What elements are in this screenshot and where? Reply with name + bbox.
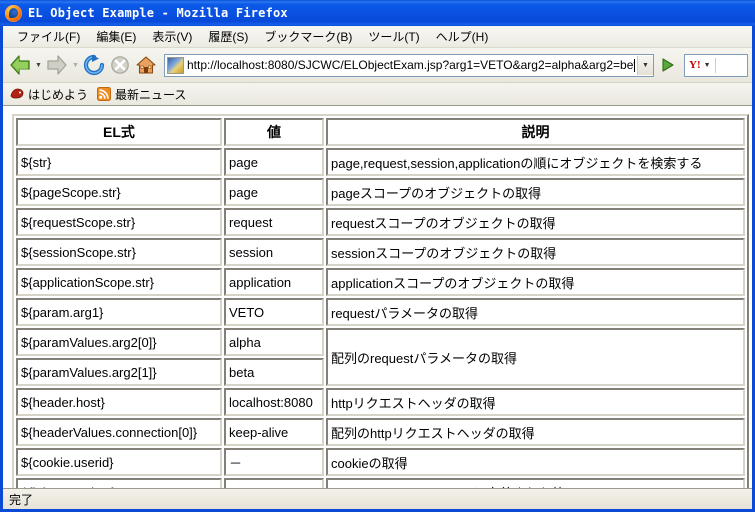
column-header-expression: EL式 [16,118,222,146]
table-row: ${sessionScope.str} session sessionスコープの… [16,238,745,266]
cell-expression: ${requestScope.str} [16,208,222,236]
menu-help[interactable]: ヘルプ(H) [428,27,497,46]
bookmark-getting-started[interactable]: はじめよう [8,86,95,103]
cell-value: － [224,478,324,488]
cell-description: applicationスコープのオブジェクトの取得 [326,268,745,296]
column-header-value: 値 [224,118,324,146]
cell-value: page [224,178,324,206]
bookmark-label: はじめよう [28,86,88,103]
cell-expression: ${str} [16,148,222,176]
back-button[interactable] [7,52,33,78]
cell-value: － [224,448,324,476]
go-button[interactable] [656,53,680,77]
cell-value: VETO [224,298,324,326]
bookmark-label: 最新ニュース [115,86,186,103]
cell-expression: ${headerValues.connection[0]} [16,418,222,446]
cell-value: application [224,268,324,296]
menu-edit[interactable]: 編集(E) [88,27,144,46]
bookmark-latest-news[interactable]: 最新ニュース [95,86,193,103]
rss-feed-icon [97,87,111,101]
back-history-caret[interactable]: ▼ [33,52,44,78]
search-box[interactable]: Y! ▼ [684,54,748,77]
navigation-toolbar: ▼ ▼ [3,48,752,83]
browser-window: EL Object Example - Mozilla Firefox ファイル… [0,0,755,512]
yahoo-search-icon[interactable]: Y! [685,59,701,71]
status-text: 完了 [9,491,33,508]
cell-expression: ${header.host} [16,388,222,416]
table-row: ${paramValues.arg2[0]} alpha 配列のrequestパ… [16,328,745,356]
home-icon [135,54,157,76]
cell-expression: ${param.arg1} [16,298,222,326]
cell-expression: ${sessionScope.str} [16,238,222,266]
table-row: ${headerValues.connection[0]} keep-alive… [16,418,745,446]
cell-description: page,request,session,applicationの順にオブジェク… [326,148,745,176]
url-history-dropdown[interactable]: ▼ [637,56,653,75]
page-content: EL式 値 説明 ${str} page page,request,sessio… [3,106,752,488]
cell-expression: ${applicationScope.str} [16,268,222,296]
cell-value: page [224,148,324,176]
browser-chrome: ファイル(F) 編集(E) 表示(V) 履歴(S) ブックマーク(B) ツール(… [3,26,752,106]
table-row: ${initParam.key} － web.xml の <jsp-config… [16,478,745,488]
text-cursor [634,59,635,72]
url-input[interactable]: http://localhost:8080/SJCWC/ELObjectExam… [187,58,634,72]
cell-description: requestスコープのオブジェクトの取得 [326,208,745,236]
bookmarks-toolbar: はじめよう 最新ニュース [3,83,752,106]
cell-description: 配列のrequestパラメータの取得 [326,328,745,386]
el-object-table: EL式 値 説明 ${str} page page,request,sessio… [12,114,749,488]
back-arrow-icon [8,54,32,76]
menu-bar: ファイル(F) 編集(E) 表示(V) 履歴(S) ブックマーク(B) ツール(… [3,26,752,48]
status-bar: 完了 [3,488,752,509]
table-row: ${cookie.userid} － cookieの取得 [16,448,745,476]
search-engine-caret[interactable]: ▼ [704,62,711,69]
cell-description: 配列のhttpリクエストヘッダの取得 [326,418,745,446]
forward-history-caret: ▼ [70,52,81,78]
reload-button[interactable] [81,52,107,78]
menu-file[interactable]: ファイル(F) [9,27,88,46]
url-bar[interactable]: http://localhost:8080/SJCWC/ELObjectExam… [164,54,654,77]
cell-expression: ${paramValues.arg2[1]} [16,358,222,386]
cell-value: session [224,238,324,266]
cell-value: localhost:8080 [224,388,324,416]
cell-expression: ${cookie.userid} [16,448,222,476]
cell-value: request [224,208,324,236]
reload-icon [83,54,105,76]
window-title: EL Object Example - Mozilla Firefox [28,6,288,20]
getting-started-icon [10,87,24,101]
table-row: ${str} page page,request,session,applica… [16,148,745,176]
search-separator [715,58,716,73]
title-bar: EL Object Example - Mozilla Firefox [0,0,755,26]
menu-bookmarks[interactable]: ブックマーク(B) [256,27,360,46]
cell-expression: ${pageScope.str} [16,178,222,206]
table-row: ${applicationScope.str} application appl… [16,268,745,296]
firefox-icon [5,5,22,22]
home-button[interactable] [133,52,159,78]
table-row: ${pageScope.str} page pageスコープのオブジェクトの取得 [16,178,745,206]
menu-history[interactable]: 履歴(S) [200,27,256,46]
cell-value: alpha [224,328,324,356]
cell-description: requestパラメータの取得 [326,298,745,326]
forward-arrow-icon [45,54,69,76]
stop-icon [110,55,130,75]
cell-description: web.xml の <jsp-config> に定義された値 [326,478,745,488]
cell-value: beta [224,358,324,386]
cell-description: pageスコープのオブジェクトの取得 [326,178,745,206]
table-row: ${header.host} localhost:8080 httpリクエストヘ… [16,388,745,416]
table-header-row: EL式 値 説明 [16,118,745,146]
table-row: ${requestScope.str} request requestスコープの… [16,208,745,236]
column-header-description: 説明 [326,118,745,146]
cell-description: cookieの取得 [326,448,745,476]
cell-description: sessionスコープのオブジェクトの取得 [326,238,745,266]
forward-button [44,52,70,78]
cell-description: httpリクエストヘッダの取得 [326,388,745,416]
page-favicon [167,57,184,74]
stop-button [107,52,133,78]
cell-expression: ${initParam.key} [16,478,222,488]
cell-expression: ${paramValues.arg2[0]} [16,328,222,356]
cell-value: keep-alive [224,418,324,446]
menu-tools[interactable]: ツール(T) [360,27,427,46]
table-row: ${param.arg1} VETO requestパラメータの取得 [16,298,745,326]
go-arrow-icon [659,56,677,74]
menu-view[interactable]: 表示(V) [144,27,200,46]
